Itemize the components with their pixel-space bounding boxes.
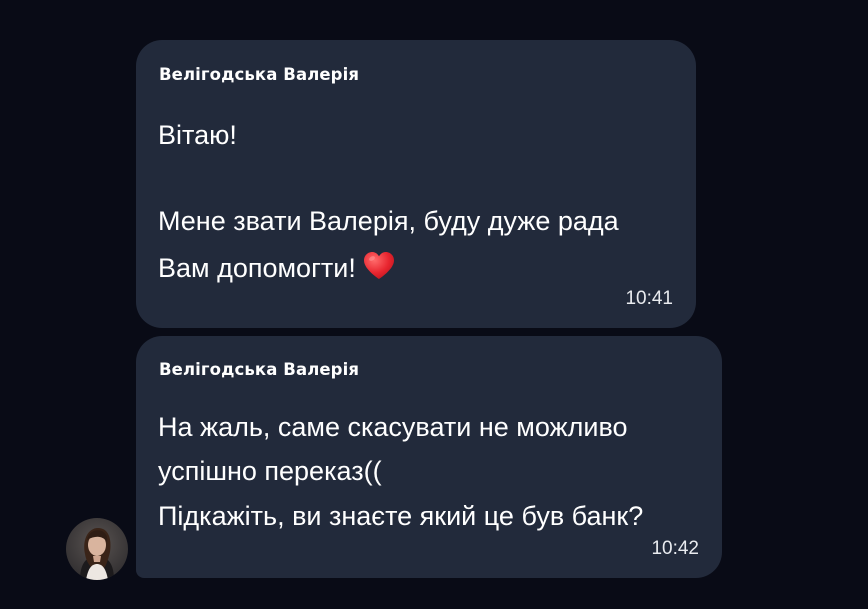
message-line: Мене звати Валерія, буду дуже рада <box>158 206 619 236</box>
sender-name: Велігодська Валерія <box>159 360 360 379</box>
message-line: Вітаю! <box>158 120 237 150</box>
message-line-text: Вам допомогти! <box>158 253 356 283</box>
avatar[interactable] <box>66 518 128 580</box>
message-time: 10:42 <box>651 538 699 559</box>
message-line: Підкажіть, ви знаєте який це був банк? <box>158 501 644 531</box>
message-bubble[interactable]: Велігодська Валерія На жаль, саме скасув… <box>136 336 722 578</box>
message-bubble[interactable]: Велігодська Валерія Вітаю! Мене звати Ва… <box>136 40 696 328</box>
heart-emoji-icon <box>362 250 396 288</box>
sender-name: Велігодська Валерія <box>159 65 360 84</box>
message-line-with-emoji: Вам допомогти! <box>158 250 396 288</box>
chat-window: Велігодська Валерія Вітаю! Мене звати Ва… <box>0 0 868 609</box>
message-line: успішно переказ(( <box>158 456 382 486</box>
message-line: На жаль, саме скасувати не можливо <box>158 412 628 442</box>
message-time: 10:41 <box>625 288 673 309</box>
